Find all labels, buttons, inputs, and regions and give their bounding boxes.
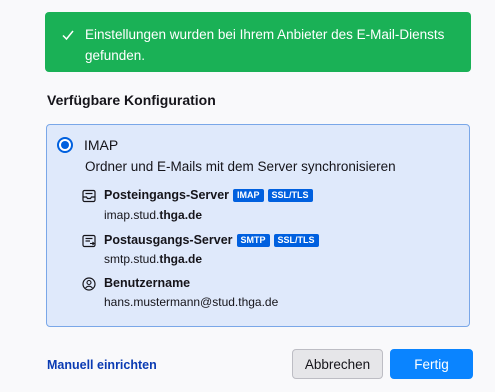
incoming-server-host: imap.stud.thga.de (104, 208, 203, 222)
incoming-protocol-badge: IMAP (233, 188, 264, 202)
incoming-security-badge: SSL/TLS (267, 188, 313, 202)
username-value: hans.mustermann@stud.thga.de (104, 295, 279, 309)
protocol-label: IMAP (84, 137, 119, 153)
outgoing-server-host: smtp.stud.thga.de (104, 252, 203, 266)
outgoing-server-label: Postausgangs-Server (104, 233, 233, 247)
protocol-description: Ordner und E-Mails mit dem Server synchr… (85, 159, 396, 174)
done-button[interactable]: Fertig (390, 349, 473, 379)
incoming-server-title: Posteingangs-Server IMAP SSL/TLS (104, 188, 313, 202)
config-option-imap[interactable]: IMAP Ordner und E-Mails mit dem Server s… (46, 124, 470, 327)
success-banner: Einstellungen wurden bei Ihrem Anbieter … (45, 12, 471, 72)
inbox-server-icon (82, 189, 96, 203)
outbox-server-icon (82, 234, 96, 248)
imap-radio[interactable] (57, 137, 73, 153)
outgoing-security-badge: SSL/TLS (273, 233, 319, 247)
manual-setup-link[interactable]: Manuell einrichten (47, 358, 157, 372)
checkmark-icon (62, 30, 74, 41)
section-title: Verfügbare Konfiguration (47, 92, 216, 108)
username-title: Benutzername (104, 276, 190, 290)
cancel-button[interactable]: Abbrechen (292, 349, 383, 379)
banner-text: Einstellungen wurden bei Ihrem Anbieter … (85, 27, 445, 63)
outgoing-server-title: Postausgangs-Server SMTP SSL/TLS (104, 233, 319, 247)
user-icon (82, 277, 96, 291)
incoming-server-label: Posteingangs-Server (104, 188, 230, 202)
outgoing-protocol-badge: SMTP (236, 233, 270, 247)
username-label: Benutzername (104, 276, 191, 290)
